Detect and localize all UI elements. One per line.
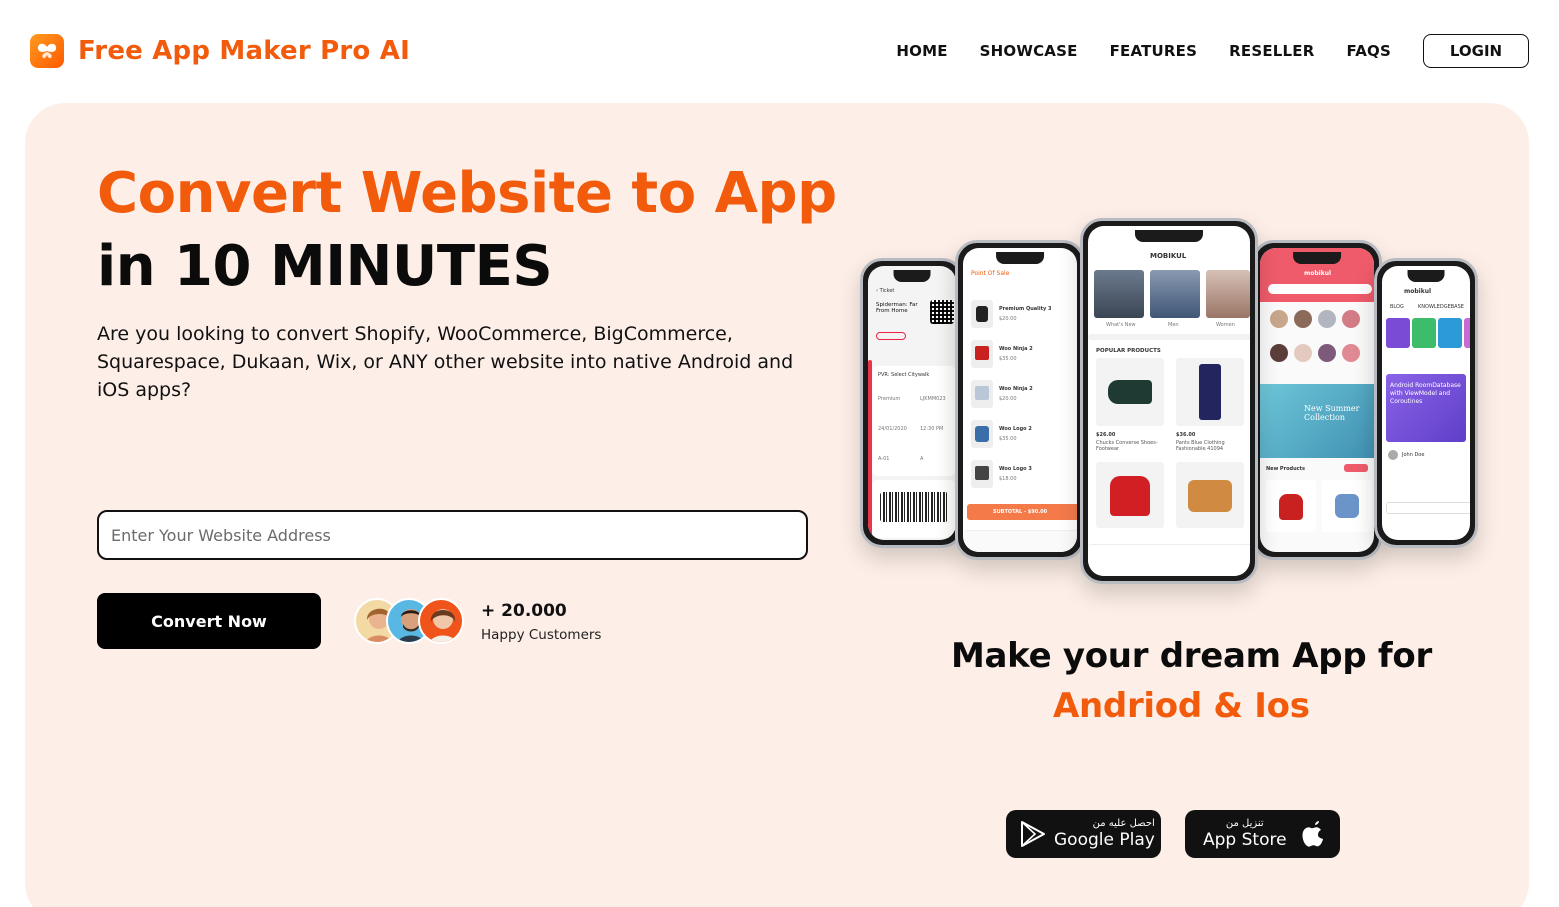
nav-reseller[interactable]: RESELLER [1229, 42, 1314, 60]
pos-item-price: $20.00 [999, 396, 1017, 402]
blog-author: John Doe [1402, 452, 1425, 458]
pos-item-price: $35.00 [999, 436, 1017, 442]
blog-post: Android RoomDatabase with ViewModel and … [1390, 382, 1461, 405]
main-nav: HOME SHOWCASE FEATURES RESELLER FAQS LOG… [896, 34, 1529, 68]
app-store-small: تنزيل من [1225, 818, 1264, 829]
phone-blog: mobikul BLOG KNOWLEDGEBASE Android RoomD… [1374, 258, 1478, 548]
nav-showcase[interactable]: SHOWCASE [980, 42, 1078, 60]
pos-item-name: Woo Ninja 2 [999, 346, 1033, 352]
customers-count: + 20.000 [481, 601, 567, 621]
phone-store: mobikul New Summer Collection New Produc… [1252, 240, 1382, 560]
avatar [418, 598, 464, 644]
convert-now-button[interactable]: Convert Now [97, 593, 321, 649]
hero-subtext: Are you looking to convert Shopify, WooC… [97, 323, 794, 401]
pos-item-name: Woo Logo 2 [999, 426, 1032, 432]
google-play-small: احصل عليه من [1092, 818, 1155, 829]
tagline: Make your dream App for [951, 636, 1432, 676]
tagline-platforms: Andriod & Ios [1053, 686, 1310, 726]
blog-tab: KNOWLEDGEBASE [1418, 304, 1464, 310]
center-section: POPULAR PRODUCTS [1096, 348, 1161, 354]
store-banner: New Summer Collection [1304, 404, 1360, 422]
apple-icon [1301, 820, 1325, 848]
center-product-price: $36.00 [1176, 432, 1196, 438]
phone-pos: Point Of Sale Premium Quality 3 $20.00 W… [955, 240, 1085, 560]
pos-item-name: Woo Logo 3 [999, 466, 1032, 472]
app-store-button[interactable]: تنزيل من App Store [1185, 810, 1340, 858]
store-brand: mobikul [1304, 270, 1332, 277]
phone-center: MOBIKUL What's New Men Women POPULAR PRO… [1080, 218, 1258, 584]
app-mockup-phones: ‹ Ticket Spiderman: Far From Home PVR: S… [850, 210, 1490, 610]
brand-logo[interactable]: Free App Maker Pro AI [30, 34, 410, 68]
blog-tab: BLOG [1390, 304, 1404, 310]
center-product-name: Chucks Converse Shoes-Footwear [1096, 440, 1158, 452]
pos-item-price: $35.00 [999, 356, 1017, 362]
ticket-movie: Spiderman: Far From Home [876, 302, 918, 314]
pos-item-price: $20.00 [999, 316, 1017, 322]
google-play-icon [1020, 820, 1046, 848]
pos-item-name: Woo Ninja 2 [999, 386, 1033, 392]
ticket-audi: A-01 [878, 456, 890, 462]
pos-subtotal: SUBTOTAL - $90.00 [993, 509, 1048, 515]
blog-brand: mobikul [1404, 288, 1432, 295]
nav-faqs[interactable]: FAQS [1347, 42, 1392, 60]
center-product-price: $26.00 [1096, 432, 1116, 438]
center-title: MOBIKUL [1150, 252, 1187, 260]
ticket-category: Premium [878, 396, 901, 402]
ticket-title: Ticket [879, 288, 895, 294]
center-category: What's New [1106, 322, 1136, 328]
ticket-row: A [920, 456, 924, 462]
center-category: Men [1168, 322, 1179, 328]
center-product-name: Pants Blue Clothing Fashionable 41094 [1176, 440, 1225, 452]
store-section: New Products [1266, 466, 1305, 472]
google-play-label: Google Play [1054, 830, 1155, 850]
ticket-venue: PVR: Select Citywalk [878, 372, 930, 378]
pos-item-price: $18.00 [999, 476, 1017, 482]
google-play-button[interactable]: احصل عليه من Google Play [1006, 810, 1161, 858]
login-button[interactable]: LOGIN [1423, 34, 1529, 68]
nav-features[interactable]: FEATURES [1110, 42, 1198, 60]
nav-home[interactable]: HOME [896, 42, 947, 60]
brand-name: Free App Maker Pro AI [78, 36, 410, 66]
butterfly-icon [30, 34, 64, 68]
customer-avatars [354, 598, 466, 644]
center-category: Women [1216, 322, 1235, 328]
ticket-order: LJKMM023 [920, 396, 946, 402]
pos-title: Point Of Sale [971, 270, 1010, 277]
phone-ticket: ‹ Ticket Spiderman: Far From Home PVR: S… [860, 258, 964, 548]
hero-headline: in 10 MINUTES [97, 234, 553, 299]
hero-headline-accent: Convert Website to App [97, 161, 837, 226]
customers-label: Happy Customers [481, 627, 602, 643]
pos-item-name: Premium Quality 3 [999, 306, 1052, 312]
ticket-time: 12:30 PM [920, 426, 944, 432]
website-url-input[interactable] [97, 510, 808, 560]
ticket-date: 24/01/2020 [878, 426, 907, 432]
app-store-label: App Store [1203, 830, 1287, 850]
